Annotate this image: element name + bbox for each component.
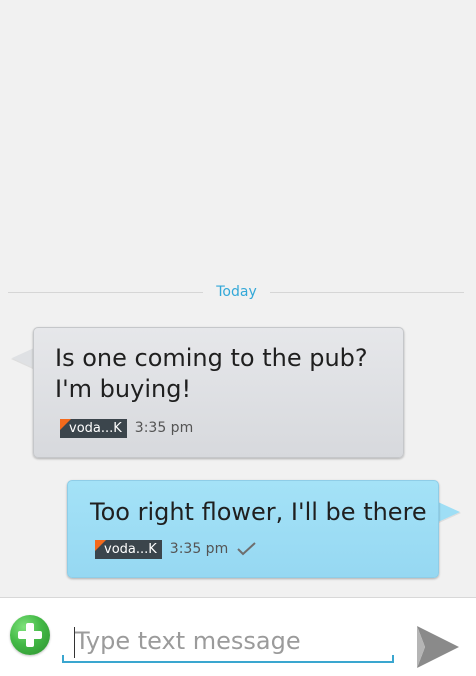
incoming-message-text: Is one coming to the pub? I'm buying!: [55, 344, 368, 403]
message-timestamp: 3:35 pm: [134, 420, 194, 436]
sim-corner-icon: [60, 418, 71, 430]
add-attachment-button[interactable]: [10, 615, 50, 655]
sim-corner-icon: [95, 539, 106, 551]
delivered-check-icon: [237, 542, 256, 556]
text-cursor: [74, 627, 75, 658]
date-divider: Today: [8, 283, 464, 303]
input-underline-right-tick: [392, 655, 394, 663]
outgoing-message-bubble[interactable]: [67, 480, 439, 578]
incoming-bubble-tail: [12, 348, 34, 368]
outgoing-message-text: Too right flower, I'll be there: [90, 498, 427, 526]
plus-icon-vertical: [26, 623, 34, 647]
input-underline-left-tick: [62, 655, 64, 663]
divider-line-right: [270, 292, 464, 293]
outgoing-bubble-tail: [438, 502, 460, 522]
divider-line-left: [8, 292, 203, 293]
message-input[interactable]: [62, 621, 394, 663]
send-button[interactable]: [415, 624, 461, 670]
message-timestamp: 3:35 pm: [169, 541, 229, 557]
sim-carrier-badge: voda...K: [60, 418, 127, 438]
date-label: Today: [216, 284, 257, 300]
carrier-label: voda...K: [69, 420, 122, 436]
carrier-label: voda...K: [104, 541, 157, 557]
send-icon: [417, 626, 459, 668]
sim-carrier-badge: voda...K: [95, 539, 162, 559]
outgoing-message-meta: voda...K 3:35 pm: [95, 539, 258, 559]
incoming-message-meta: voda...K 3:35 pm: [60, 418, 193, 438]
